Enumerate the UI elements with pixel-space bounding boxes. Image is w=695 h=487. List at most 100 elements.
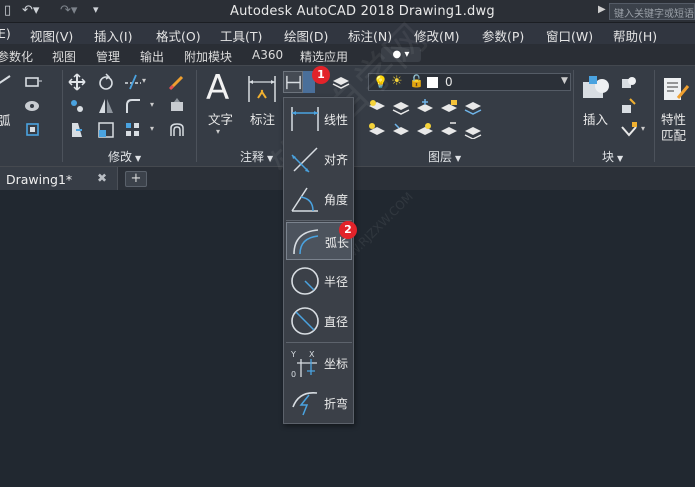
menu-item-angular[interactable]: 角度 [286, 180, 352, 218]
mirror-icon[interactable] [97, 97, 115, 115]
text-dropdown-icon[interactable]: ▾ [216, 127, 220, 136]
menu-item-ordinate[interactable]: Y X 0 坐标 [286, 344, 352, 382]
customize-qa-icon[interactable]: ▾ [93, 3, 99, 16]
tab-featured-apps[interactable]: 精选应用 [300, 48, 348, 65]
explode-icon[interactable] [168, 97, 186, 115]
lightbulb-icon: 💡 [373, 75, 388, 89]
layer-unlock-icon[interactable] [440, 121, 458, 139]
linear-dim-icon [291, 107, 319, 131]
match-properties-label-2[interactable]: 匹配 [661, 125, 686, 144]
arc-tool-label[interactable]: 弧 [0, 110, 11, 129]
layer-panel-label[interactable]: 图层 ▼ [428, 148, 461, 165]
tab-output[interactable]: 输出 [140, 48, 164, 65]
menu-item-view[interactable]: 视图(V) [30, 26, 73, 45]
insert-block-icon[interactable] [580, 72, 612, 104]
svg-text:Y: Y [290, 350, 296, 359]
menu-item-radius[interactable]: 半径 [286, 262, 352, 300]
layer-properties-icon[interactable] [332, 73, 350, 91]
layer-freeze-icon[interactable] [416, 98, 434, 116]
layer-value: 0 [445, 75, 453, 89]
trim-icon[interactable] [124, 73, 142, 91]
undo-icon[interactable]: ↶▾ [22, 3, 39, 18]
array-icon[interactable] [124, 121, 142, 139]
modify-panel-label[interactable]: 修改 ▼ [108, 148, 141, 165]
annotation-panel-label[interactable]: 注释 ▼ [240, 148, 273, 165]
dimension-tool-label[interactable]: 标注 [250, 109, 275, 128]
menu-item-tools[interactable]: 工具(T) [220, 26, 262, 45]
menu-item-help[interactable]: 帮助(H) [613, 26, 657, 45]
quick-access-icon[interactable]: ▯ [4, 3, 11, 18]
layer-thaw-icon[interactable] [416, 121, 434, 139]
sun-icon: ☀ [391, 74, 403, 89]
tab-addins[interactable]: 附加模块 [184, 48, 232, 65]
layer-isolate-icon[interactable] [392, 98, 410, 116]
menu-item-window[interactable]: 窗口(W) [546, 26, 593, 45]
menu-item-linear[interactable]: 线性 [286, 100, 352, 138]
menu-item-dimension[interactable]: 标注(N) [348, 26, 392, 45]
scale-icon[interactable] [97, 121, 115, 139]
panel-divider [62, 70, 63, 162]
dimension-tool-icon[interactable] [246, 74, 278, 104]
layer-panel-title: 图层 [428, 150, 453, 164]
array-dropdown-icon[interactable]: ▾ [150, 124, 154, 133]
linear-dim-dropdown-button[interactable] [283, 71, 303, 93]
menu-item-label: 半径 [324, 275, 349, 289]
fillet-icon[interactable] [124, 97, 142, 115]
document-tab[interactable]: Drawing1* ✖ [0, 167, 118, 191]
ordinate-dim-icon: Y X 0 [290, 350, 317, 379]
dimension-dropdown-menu: 线性 对齐 角度 弧长 半径 直径 YX0 坐标 折弯 [283, 97, 354, 424]
rectangle-tool-icon[interactable] [24, 73, 42, 91]
window-title: Autodesk AutoCAD 2018 Drawing1.dwg [230, 4, 495, 19]
layer-on-icon[interactable] [368, 121, 386, 139]
block-panel-label[interactable]: 块 ▼ [602, 148, 623, 165]
layer-unisolate-icon[interactable] [392, 121, 410, 139]
erase-icon[interactable] [168, 73, 186, 91]
text-tool-icon[interactable]: A [206, 68, 229, 108]
menu-item-modify[interactable]: 修改(M) [414, 26, 460, 45]
text-tool-label[interactable]: 文字 [208, 109, 233, 128]
rotate-icon[interactable] [97, 73, 115, 91]
search-input[interactable]: 键入关键字或短语 [609, 3, 695, 20]
redo-icon[interactable]: ↷▾ [60, 3, 77, 18]
copy-icon[interactable] [68, 97, 86, 115]
match-properties-icon[interactable] [662, 74, 690, 104]
menu-item-format[interactable]: 格式(O) [156, 26, 201, 45]
layer-dropdown[interactable]: 💡 ☀ 🔓 0 ▼ [368, 73, 571, 91]
attributes-dropdown-icon[interactable]: ▾ [641, 124, 645, 133]
offset-icon[interactable] [168, 121, 186, 139]
step-badge-2: 2 [339, 221, 357, 239]
new-tab-button[interactable]: + [125, 171, 147, 187]
edit-attributes-icon[interactable] [620, 121, 638, 139]
stretch-icon[interactable] [68, 121, 86, 139]
tab-manage[interactable]: 管理 [96, 48, 120, 65]
trim-dropdown-icon[interactable]: ▾ [142, 76, 146, 85]
close-icon[interactable]: ✖ [97, 171, 107, 185]
ribbon-options-button[interactable]: ● ▾ [381, 47, 421, 62]
menu-item-draw[interactable]: 绘图(D) [284, 26, 328, 45]
layer-walk-icon[interactable] [464, 121, 482, 139]
menu-item-insert[interactable]: 插入(I) [94, 26, 132, 45]
menu-item-diameter[interactable]: 直径 [286, 302, 352, 340]
tab-view[interactable]: 视图 [52, 48, 76, 65]
menu-item-jogged[interactable]: 折弯 [286, 384, 352, 422]
layer-off-icon[interactable] [368, 98, 386, 116]
ribbon-tabs: 参数化 视图 管理 输出 附加模块 A360 精选应用 ● ▾ [0, 44, 695, 66]
layer-match-icon[interactable] [464, 98, 482, 116]
create-block-icon[interactable] [620, 73, 638, 91]
diameter-dim-icon [291, 307, 319, 335]
chevron-right-icon[interactable]: ▶ [598, 4, 606, 15]
move-icon[interactable] [68, 73, 86, 91]
layer-lock-icon[interactable] [440, 98, 458, 116]
insert-label[interactable]: 插入 [583, 109, 608, 128]
menu-item-label: 直径 [324, 315, 349, 329]
menu-item-parametric[interactable]: 参数(P) [482, 26, 524, 45]
line-tool-icon[interactable] [0, 72, 16, 90]
tab-a360[interactable]: A360 [252, 48, 283, 62]
menu-item-edit[interactable]: E) [0, 26, 11, 41]
hatch-tool-icon[interactable] [24, 97, 42, 115]
fillet-dropdown-icon[interactable]: ▾ [150, 100, 154, 109]
edit-block-icon[interactable] [620, 97, 638, 115]
tab-parametric[interactable]: 参数化 [0, 48, 33, 65]
boundary-tool-icon[interactable] [24, 121, 42, 139]
menu-item-aligned[interactable]: 对齐 [286, 140, 352, 178]
